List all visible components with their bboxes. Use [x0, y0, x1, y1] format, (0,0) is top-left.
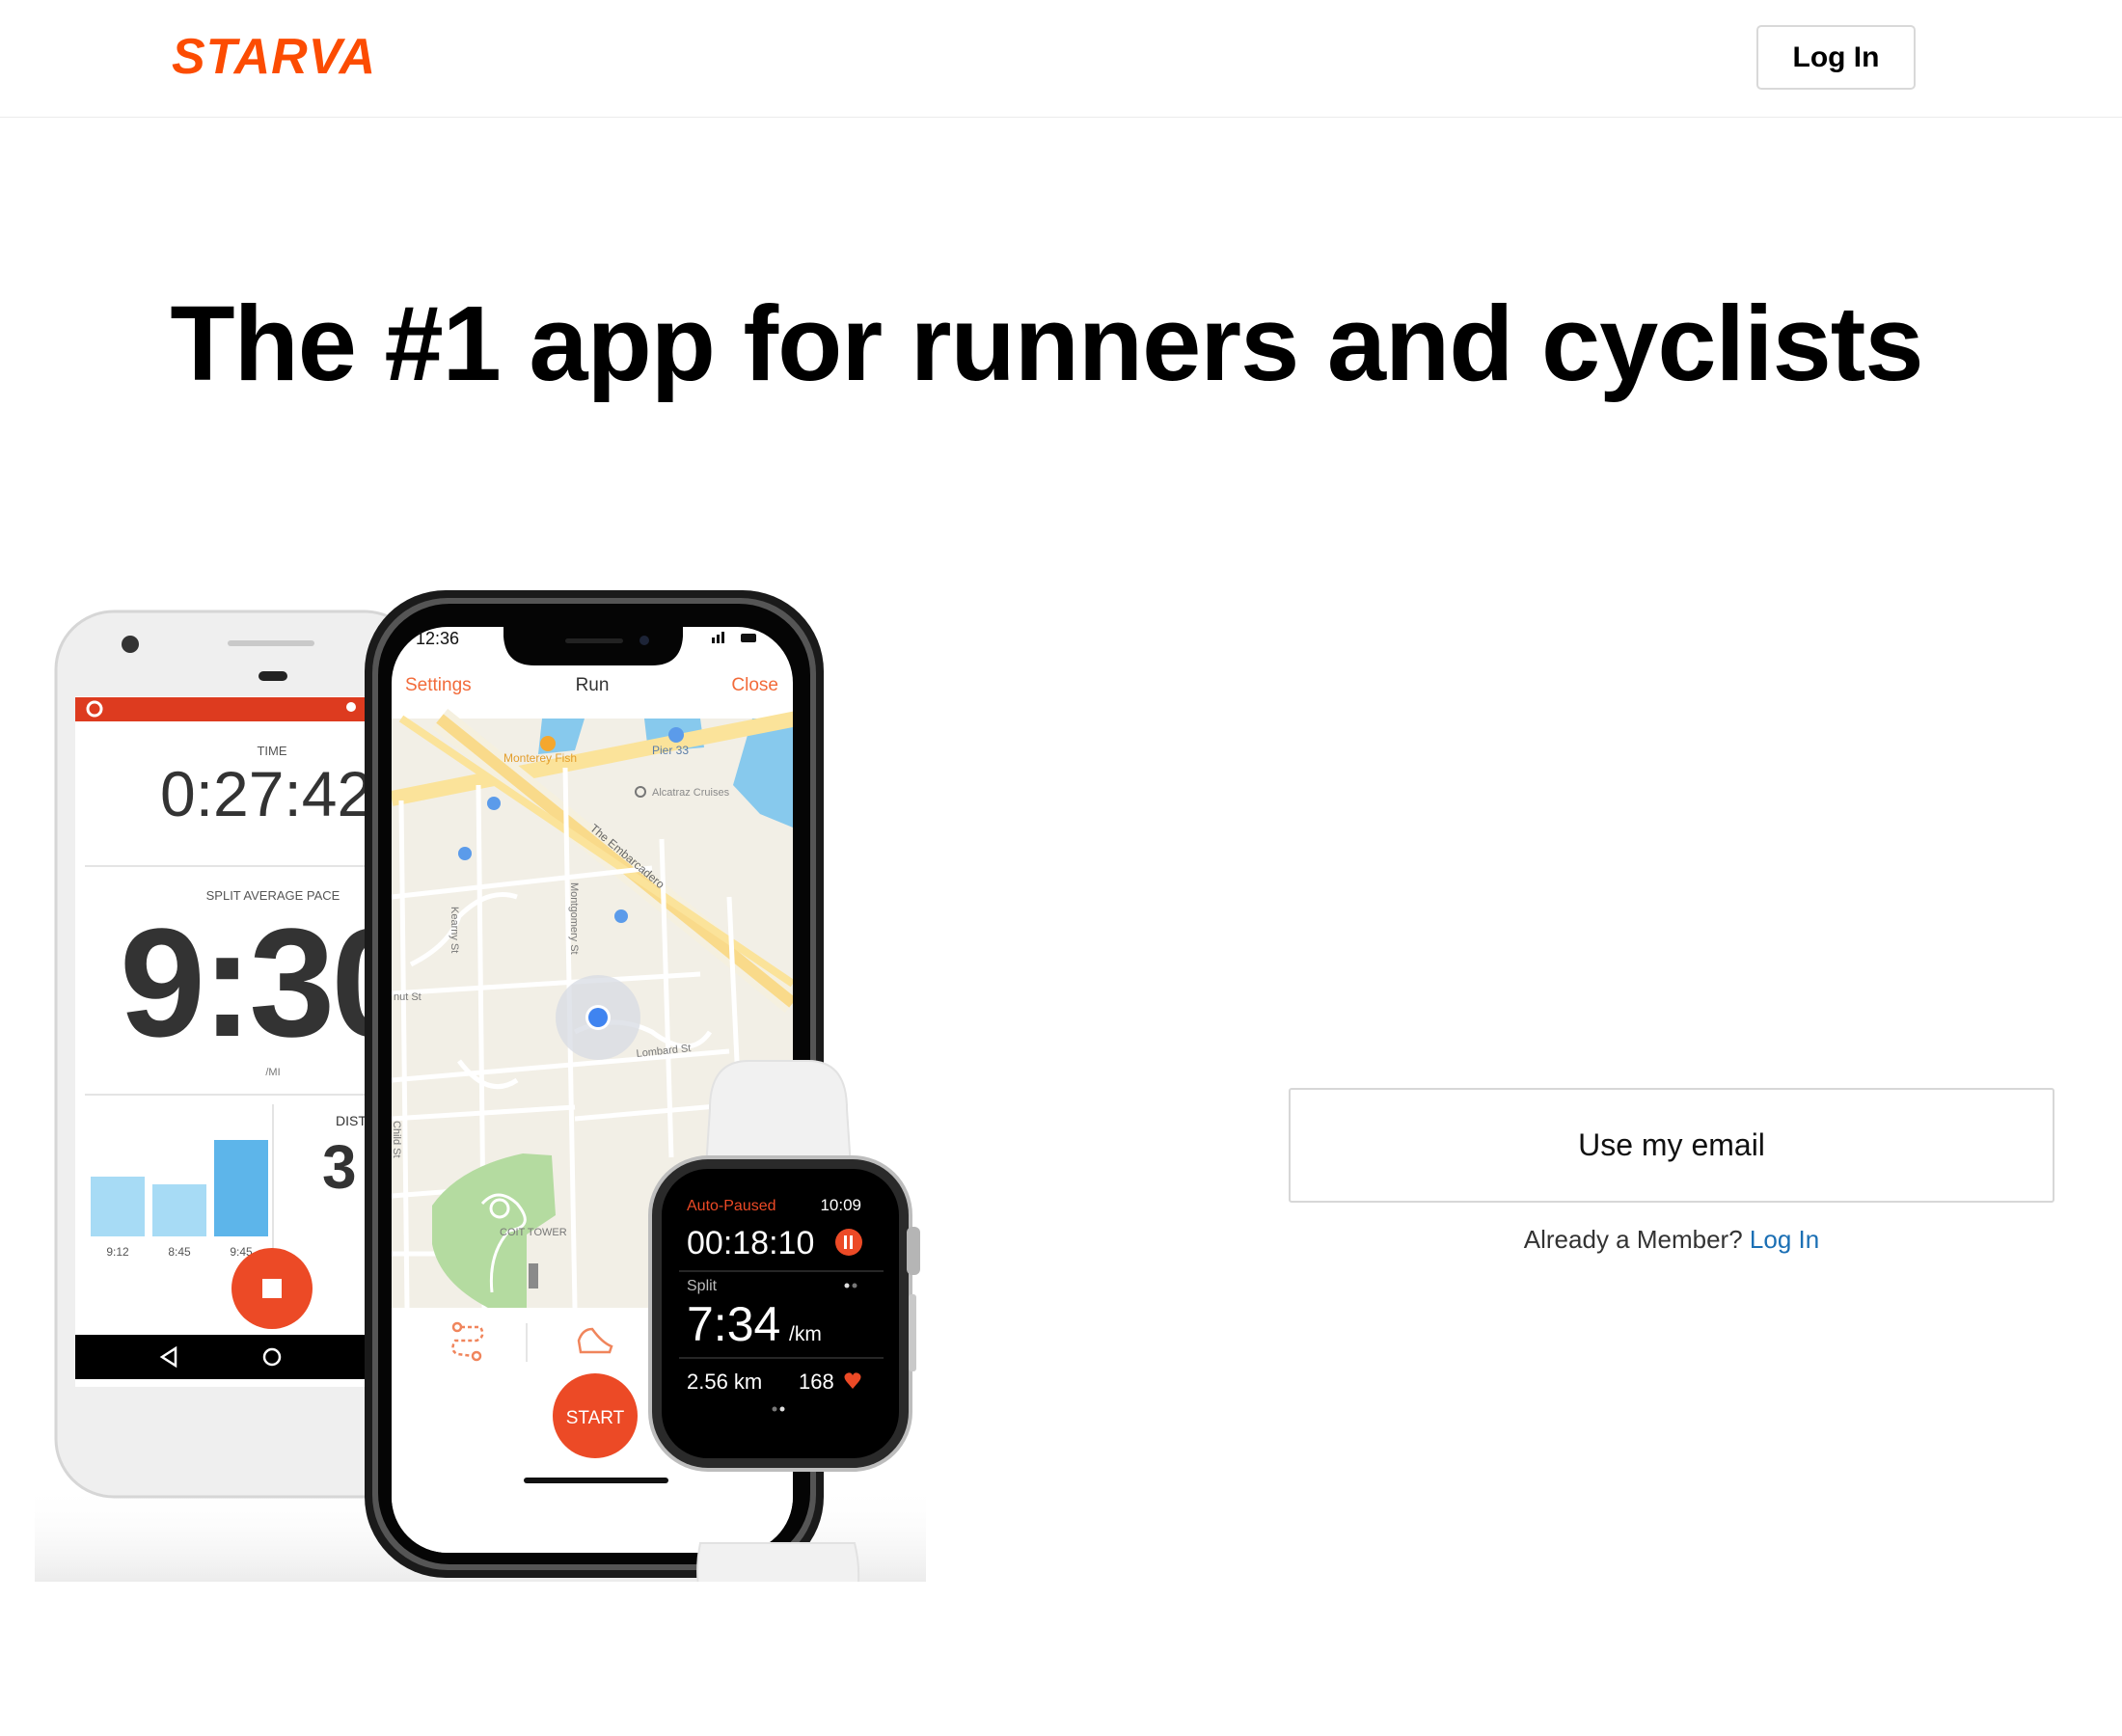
site-header: STARVA Log In — [0, 0, 2122, 118]
status-time: 12:36 — [416, 629, 459, 648]
hero-headline: The #1 app for runners and cyclists — [170, 285, 1923, 403]
stop-icon — [262, 1279, 282, 1298]
location-pin-icon — [346, 702, 356, 712]
time-label: TIME — [257, 744, 286, 758]
map-label-walnut: nut St — [394, 991, 422, 1003]
close-link[interactable]: Close — [731, 675, 778, 695]
split-bar — [91, 1177, 145, 1236]
map-label-alcatraz: Alcatraz Cruises — [652, 787, 730, 799]
member-login-prompt: Already a Member? Log In — [1289, 1225, 2054, 1255]
map-label-coit: COIT TOWER — [500, 1227, 567, 1238]
camera-icon — [122, 636, 139, 653]
time-value: 0:27:42 — [160, 758, 372, 829]
member-login-link[interactable]: Log In — [1750, 1225, 1819, 1254]
split-bar-label: 9:12 — [106, 1245, 129, 1259]
header-login-button[interactable]: Log In — [1756, 25, 1916, 90]
nav-title: Run — [576, 675, 610, 695]
watch-distance: 2.56 km — [687, 1370, 762, 1394]
split-bar — [214, 1140, 268, 1236]
distance-value: 3 — [322, 1132, 357, 1202]
watch-split-unit: /km — [789, 1323, 822, 1345]
watch-heart-rate: 168 — [799, 1370, 834, 1394]
parking-pin-icon-2 — [458, 847, 472, 860]
start-label: START — [566, 1408, 625, 1428]
pause-icon[interactable] — [835, 1229, 862, 1256]
map-label-monterey: Monterey Fish — [503, 751, 577, 765]
map-label-kearny: Kearny St — [449, 907, 460, 953]
ferry-pin-icon — [668, 727, 684, 743]
map-label-montgomery: Montgomery St — [568, 882, 580, 955]
coit-tower-icon — [529, 1263, 538, 1288]
starva-logo[interactable]: STARVA — [172, 29, 388, 81]
parking-pin-icon-3 — [614, 909, 628, 923]
current-location-icon — [588, 1008, 608, 1027]
restaurant-pin-icon — [540, 736, 556, 751]
watch-status: Auto-Paused — [687, 1198, 776, 1214]
app-devices-image: TIME 0:27:42 SPLIT AVERAGE PACE 9:30 /MI… — [35, 590, 926, 1582]
pace-unit: /MI — [265, 1067, 280, 1078]
watch-split-label: Split — [687, 1278, 718, 1294]
logo-text: STARVA — [172, 29, 376, 81]
distance-label: DIST — [336, 1113, 367, 1128]
parking-pin-icon — [487, 797, 501, 810]
split-bar — [152, 1184, 206, 1236]
split-bar-label: 8:45 — [168, 1245, 191, 1259]
watch-split-value: 7:34 — [687, 1297, 780, 1351]
watch-elapsed: 00:18:10 — [687, 1225, 814, 1261]
member-prompt-text: Already a Member? — [1523, 1225, 1743, 1254]
map-label-child: Child St — [391, 1121, 402, 1158]
use-email-button[interactable]: Use my email — [1289, 1088, 2054, 1203]
settings-link[interactable]: Settings — [405, 675, 472, 695]
map-label-pier: Pier 33 — [652, 744, 689, 757]
watch-clock: 10:09 — [820, 1196, 861, 1214]
